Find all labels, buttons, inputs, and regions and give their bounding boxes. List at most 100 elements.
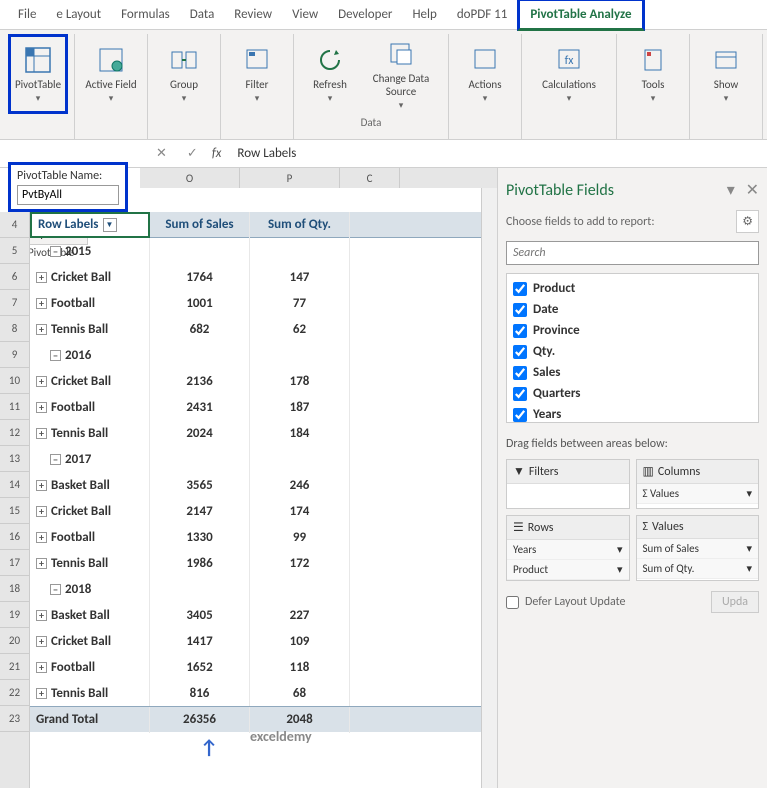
- expand-icon[interactable]: +: [36, 428, 47, 439]
- field-item[interactable]: Years: [511, 404, 754, 423]
- pivot-qty-cell[interactable]: 118: [250, 654, 350, 680]
- tab-review[interactable]: Review: [224, 1, 282, 28]
- pivot-sales-cell[interactable]: 3565: [150, 472, 250, 498]
- field-item[interactable]: Sales: [511, 362, 754, 383]
- pivot-qty-cell[interactable]: 147: [250, 264, 350, 290]
- pivot-sales-cell[interactable]: 1330: [150, 524, 250, 550]
- active-field-button[interactable]: Active Field ▾: [81, 34, 141, 114]
- tab-formulas[interactable]: Formulas: [111, 1, 180, 28]
- columns-area[interactable]: ▥Columns Σ Values▾: [636, 459, 760, 509]
- pivot-sales-cell[interactable]: 2024: [150, 420, 250, 446]
- col-header-c[interactable]: C: [340, 168, 400, 188]
- pivot-sales-cell[interactable]: [150, 446, 250, 472]
- tools-button[interactable]: Tools ▾: [623, 34, 683, 114]
- tab-help[interactable]: Help: [402, 1, 446, 28]
- expand-icon[interactable]: +: [36, 558, 47, 569]
- tab-file[interactable]: File: [8, 1, 46, 28]
- tab-dopdf[interactable]: doPDF 11: [447, 1, 518, 28]
- row-header[interactable]: 23: [0, 706, 29, 732]
- fields-search-input[interactable]: [506, 241, 759, 265]
- chevron-down-icon[interactable]: ▾: [746, 487, 752, 500]
- pivot-label-cell[interactable]: −2015: [30, 238, 150, 264]
- field-checkbox[interactable]: [513, 408, 527, 422]
- pivot-sales-cell[interactable]: 1417: [150, 628, 250, 654]
- pivot-qty-cell[interactable]: 227: [250, 602, 350, 628]
- chevron-down-icon[interactable]: ▾: [746, 542, 752, 555]
- pivot-sales-cell[interactable]: [150, 238, 250, 264]
- expand-icon[interactable]: +: [36, 662, 47, 673]
- expand-icon[interactable]: +: [36, 402, 47, 413]
- change-data-source-button[interactable]: Change Data Source ▾: [360, 34, 442, 114]
- pivot-sales-cell[interactable]: [150, 576, 250, 602]
- pivot-label-cell[interactable]: +Cricket Ball: [30, 368, 150, 394]
- actions-button[interactable]: Actions ▾: [455, 34, 515, 114]
- field-checkbox[interactable]: [513, 303, 527, 317]
- expand-icon[interactable]: +: [36, 324, 47, 335]
- pivot-label-cell[interactable]: +Tennis Ball: [30, 316, 150, 342]
- tab-view[interactable]: View: [282, 1, 328, 28]
- pivot-qty-cell[interactable]: 246: [250, 472, 350, 498]
- row-header[interactable]: 11: [0, 394, 29, 420]
- tab-data[interactable]: Data: [180, 1, 225, 28]
- pivot-qty-cell[interactable]: 109: [250, 628, 350, 654]
- pivot-sales-cell[interactable]: 816: [150, 680, 250, 706]
- pivot-sales-cell[interactable]: 1652: [150, 654, 250, 680]
- pivot-qty-cell[interactable]: 187: [250, 394, 350, 420]
- row-labels-header[interactable]: Row Labels ▼: [30, 212, 150, 238]
- pivot-qty-cell[interactable]: [250, 576, 350, 602]
- fx-icon[interactable]: fx: [212, 146, 222, 161]
- pivot-qty-cell[interactable]: [250, 446, 350, 472]
- field-checkbox[interactable]: [513, 345, 527, 359]
- pivot-label-cell[interactable]: +Cricket Ball: [30, 264, 150, 290]
- expand-icon[interactable]: +: [36, 506, 47, 517]
- pivot-label-cell[interactable]: +Basket Ball: [30, 472, 150, 498]
- expand-icon[interactable]: +: [36, 610, 47, 621]
- pivot-sales-cell[interactable]: 2147: [150, 498, 250, 524]
- refresh-button[interactable]: Refresh ▾: [300, 34, 360, 114]
- pivot-label-cell[interactable]: −2016: [30, 342, 150, 368]
- expand-icon[interactable]: +: [36, 532, 47, 543]
- accept-formula-icon[interactable]: ✓: [181, 146, 204, 161]
- group-button[interactable]: Group ▾: [154, 34, 214, 114]
- close-pane-icon[interactable]: ▾ ✕: [727, 180, 759, 200]
- pivottable-button[interactable]: PivotTable ▾: [8, 34, 68, 114]
- row-header[interactable]: 17: [0, 550, 29, 576]
- field-item[interactable]: Province: [511, 320, 754, 341]
- pivot-qty-cell[interactable]: 99: [250, 524, 350, 550]
- collapse-icon[interactable]: −: [50, 350, 61, 361]
- chevron-down-icon[interactable]: ▾: [617, 563, 623, 576]
- filter-dropdown-icon[interactable]: ▼: [103, 218, 117, 232]
- expand-icon[interactable]: +: [36, 636, 47, 647]
- row-header[interactable]: 14: [0, 472, 29, 498]
- pivot-label-cell[interactable]: +Tennis Ball: [30, 420, 150, 446]
- pivot-label-cell[interactable]: −2018: [30, 576, 150, 602]
- sum-sales-header[interactable]: Sum of Sales: [150, 212, 250, 238]
- expand-icon[interactable]: +: [36, 688, 47, 699]
- pivot-sales-cell[interactable]: 2136: [150, 368, 250, 394]
- chevron-down-icon[interactable]: ▾: [746, 562, 752, 575]
- row-header[interactable]: 18: [0, 576, 29, 602]
- update-button[interactable]: Upda: [711, 591, 759, 613]
- row-header[interactable]: 6: [0, 264, 29, 290]
- pivot-qty-cell[interactable]: [250, 238, 350, 264]
- row-header[interactable]: 16: [0, 524, 29, 550]
- cancel-formula-icon[interactable]: ✕: [150, 146, 173, 161]
- pivottable-name-input[interactable]: [17, 185, 119, 205]
- pivot-label-cell[interactable]: +Football: [30, 394, 150, 420]
- field-item[interactable]: Date: [511, 299, 754, 320]
- row-header[interactable]: 10: [0, 368, 29, 394]
- collapse-icon[interactable]: −: [50, 584, 61, 595]
- pivot-qty-cell[interactable]: 68: [250, 680, 350, 706]
- formula-content[interactable]: Row Labels: [229, 146, 767, 161]
- row-header[interactable]: 19: [0, 602, 29, 628]
- calculations-button[interactable]: fx Calculations ▾: [528, 34, 610, 114]
- field-checkbox[interactable]: [513, 366, 527, 380]
- expand-icon[interactable]: +: [36, 272, 47, 283]
- col-header-p[interactable]: P: [240, 168, 340, 188]
- pivot-sales-cell[interactable]: 1764: [150, 264, 250, 290]
- pivot-qty-cell[interactable]: 174: [250, 498, 350, 524]
- pivot-qty-cell[interactable]: 172: [250, 550, 350, 576]
- expand-icon[interactable]: +: [36, 298, 47, 309]
- pivot-label-cell[interactable]: +Football: [30, 654, 150, 680]
- pivot-sales-cell[interactable]: 2431: [150, 394, 250, 420]
